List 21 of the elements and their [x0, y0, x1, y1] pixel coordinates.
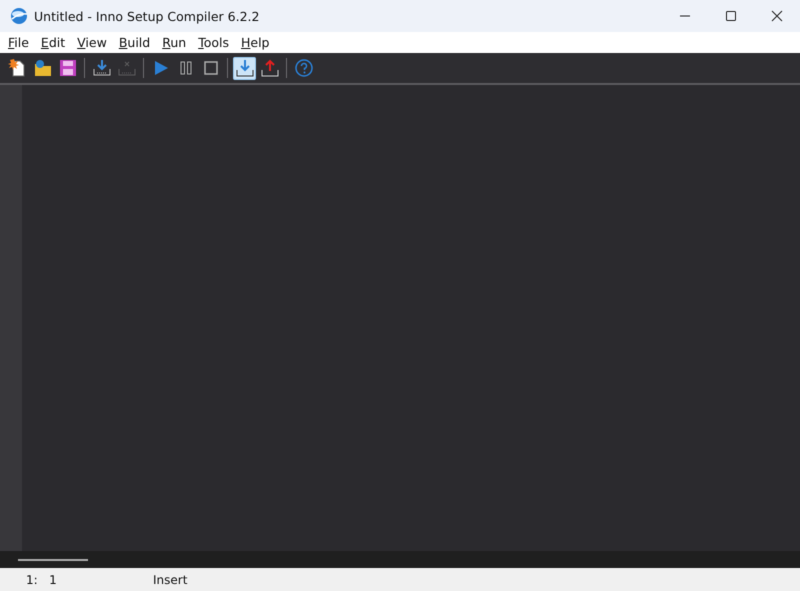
menu-item[interactable]: View	[71, 35, 113, 50]
upload-tray-icon	[260, 58, 280, 78]
toolbar-button[interactable]	[233, 56, 256, 80]
menu-item[interactable]: Tools	[192, 35, 235, 50]
download-tray-icon	[92, 58, 112, 78]
maximize-icon	[725, 10, 737, 22]
cursor-position: 1: 1	[25, 572, 58, 586]
window-title: Untitled - Inno Setup Compiler 6.2.2	[34, 8, 260, 24]
folder-icon	[32, 58, 52, 78]
menu-item[interactable]: Edit	[34, 35, 72, 50]
menu-item[interactable]: Build	[112, 35, 156, 50]
menu-item[interactable]: Run	[156, 35, 192, 50]
document-icon	[8, 58, 28, 78]
insert-mode: Insert	[153, 572, 188, 586]
download-tray-icon	[234, 58, 254, 78]
close-icon	[771, 10, 783, 22]
app-logo-icon	[10, 7, 28, 25]
scrollbar-thumb[interactable]	[18, 558, 88, 560]
menu-item[interactable]: Help	[234, 35, 276, 50]
menu-item[interactable]: File	[2, 35, 35, 50]
help-icon	[294, 58, 314, 78]
